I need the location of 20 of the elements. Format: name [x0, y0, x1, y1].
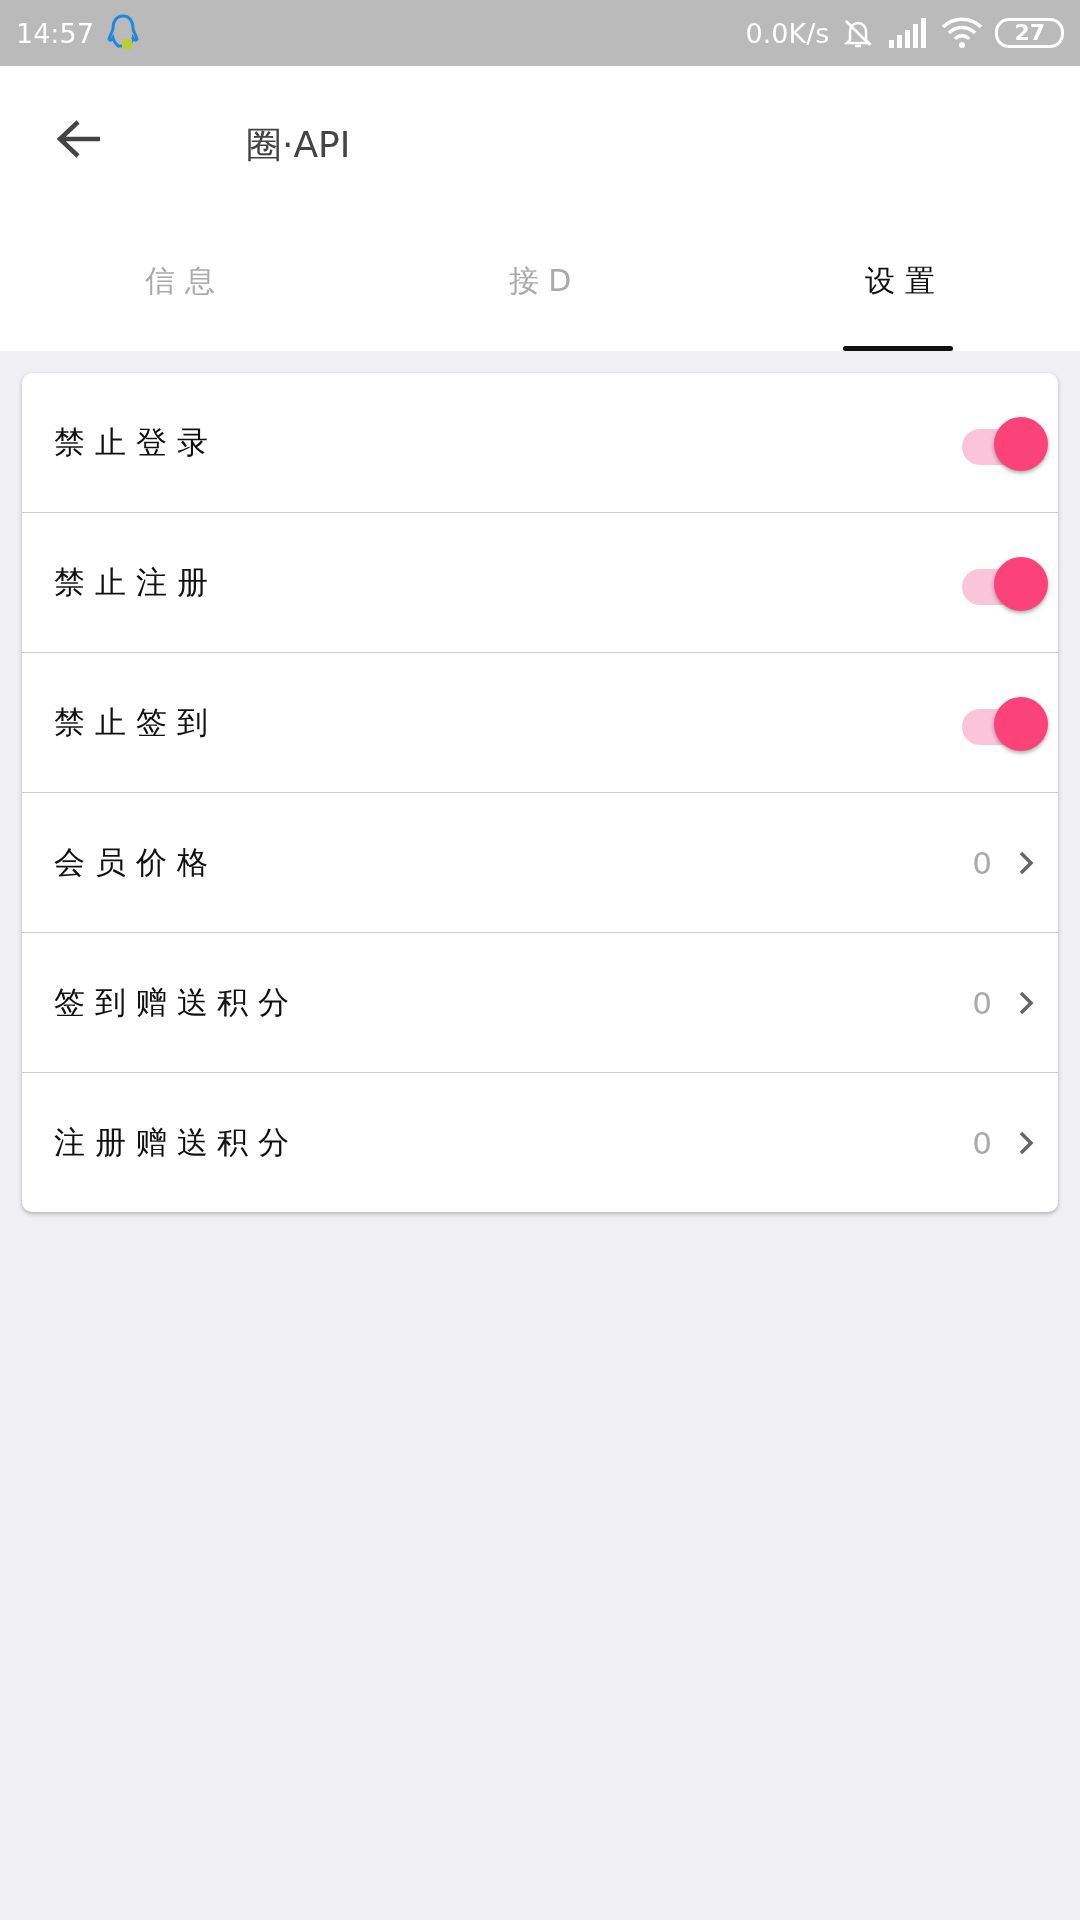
wifi-icon	[941, 17, 984, 49]
chevron-right-icon[interactable]	[1018, 989, 1034, 1016]
setting-label: 注 册 赠 送 积 分	[54, 1122, 290, 1162]
setting-label: 会 员 价 格	[54, 842, 208, 882]
network-speed: 0.0K/s	[745, 17, 830, 49]
tab[interactable]: 设 置	[720, 211, 1080, 351]
tab[interactable]: 信 息	[0, 211, 360, 351]
setting-label: 禁 止 注 册	[54, 562, 208, 602]
setting-label: 禁 止 签 到	[54, 702, 208, 742]
tab[interactable]: 接 D	[360, 211, 720, 351]
setting-label: 禁 止 登 录	[54, 422, 208, 462]
battery-indicator: 27	[995, 18, 1064, 48]
app-title: 圈·API	[246, 123, 351, 167]
setting-value: 0	[972, 1124, 992, 1161]
chevron-right-icon[interactable]	[1018, 1129, 1034, 1156]
setting-label: 签 到 赠 送 积 分	[54, 982, 290, 1022]
chevron-right-icon[interactable]	[1018, 849, 1034, 876]
setting-value: 0	[972, 844, 992, 881]
clock: 14:57	[16, 17, 94, 49]
setting-value: 0	[972, 984, 992, 1021]
